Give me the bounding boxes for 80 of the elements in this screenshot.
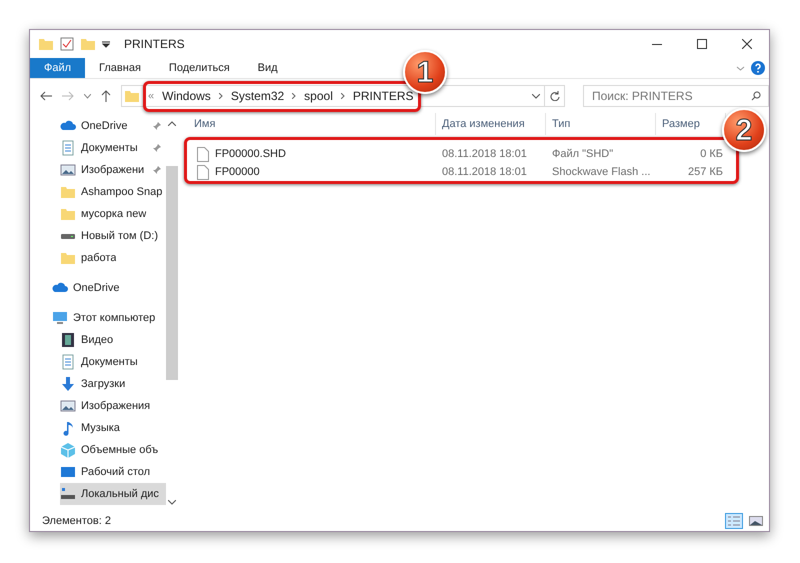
chevron-up-icon [168, 121, 176, 126]
address-bar[interactable]: « Windows System32 spool PRINTERS [121, 85, 545, 107]
breadcrumb-segment[interactable]: System32 [230, 87, 284, 105]
table-cell-text: 08.11.2018 18:01 [441, 164, 528, 180]
nav-item[interactable]: Видео [60, 329, 166, 351]
file-icon [197, 164, 209, 180]
help-icon [751, 61, 765, 75]
nav-item[interactable]: Музыка [60, 417, 166, 439]
document-icon [60, 354, 76, 370]
overflow-chevron[interactable]: « [148, 88, 154, 104]
nav-item[interactable]: мусорка new [60, 203, 166, 225]
nav-item[interactable]: работа [60, 247, 166, 269]
download-arrow-icon [60, 376, 76, 392]
folder-icon [80, 36, 96, 52]
nav-item[interactable]: Этот компьютер [52, 307, 166, 329]
view-button[interactable] [747, 513, 765, 529]
search-icon [751, 91, 761, 101]
folder-icon [60, 250, 76, 266]
table-cell-text: 08.11.2018 18:01 [441, 146, 528, 162]
document-icon [60, 140, 76, 156]
ribbon-tab[interactable]: Главная [85, 58, 155, 78]
chevron-right-icon [292, 93, 296, 99]
folder-icon [38, 36, 54, 52]
image-icon [60, 398, 76, 414]
nav-item[interactable]: OneDrive [52, 277, 166, 299]
film-icon [60, 332, 76, 348]
desktop-icon [60, 464, 76, 480]
maximize-icon [696, 39, 706, 49]
forward-arrow-icon [62, 91, 74, 101]
breadcrumb-segment[interactable]: Windows [162, 87, 211, 105]
column-header[interactable]: Дата изменения [436, 113, 546, 135]
folder-icon [60, 206, 76, 222]
cube-icon [60, 442, 76, 458]
nav-item[interactable]: OneDrive [60, 115, 166, 137]
file-icon [197, 146, 209, 162]
folder-icon [60, 184, 76, 200]
chevron-down-icon [736, 64, 745, 73]
refresh-button[interactable] [545, 85, 565, 107]
nav-item[interactable]: Загрузки [60, 373, 166, 395]
large-icons-view-icon [749, 516, 763, 526]
column-header[interactable]: Тип [546, 113, 656, 135]
checklist-icon [60, 37, 74, 51]
monitor-icon [52, 310, 68, 326]
column-header[interactable]: Имя [191, 113, 436, 135]
up-arrow-icon [101, 90, 111, 102]
table-cell-text: 0 КБ [699, 146, 723, 162]
disk-icon [60, 486, 76, 502]
chevron-right-icon [340, 93, 345, 99]
chevron-right-icon [218, 93, 223, 99]
chevron-down-icon [84, 94, 91, 98]
ribbon-tab[interactable]: Вид [244, 58, 292, 78]
ribbon-tab[interactable]: Поделиться [154, 58, 244, 78]
file-name[interactable]: FP00000 [215, 164, 260, 180]
table-cell-text: Файл "SHD" [551, 146, 614, 162]
nav-item[interactable]: Документы [60, 351, 166, 373]
status-text: Элементов: 2 [42, 514, 111, 529]
nav-item[interactable]: Ashampoo Snap [60, 181, 166, 203]
nav-item[interactable]: Объемные объ [60, 439, 166, 461]
chevron-down-icon [168, 500, 176, 505]
chevron-down-icon [532, 94, 540, 98]
table-cell-text: Shockwave Flash ... [551, 164, 652, 180]
breadcrumb-segment[interactable]: spool [304, 87, 333, 105]
back-arrow-icon [40, 91, 52, 101]
nav-item[interactable]: Изображени [60, 159, 166, 181]
details-view-icon [728, 516, 740, 526]
refresh-icon [550, 91, 560, 101]
nav-item[interactable]: Новый том (D:) [60, 225, 166, 247]
ribbon-tab[interactable]: Файл [30, 58, 86, 78]
folder-icon [124, 88, 140, 104]
close-icon [742, 39, 752, 49]
dropdown-icon [102, 40, 110, 48]
window-title: PRINTERS [124, 36, 185, 53]
table-cell-text: 257 КБ [686, 164, 723, 180]
nav-item[interactable]: Изображения [60, 395, 166, 417]
nav-item[interactable]: Локальный дис [60, 483, 166, 505]
nav-item[interactable]: Рабочий стол [60, 461, 166, 483]
search-field[interactable]: Поиск: PRINTERS [583, 85, 769, 107]
nav-item[interactable]: Документы [60, 137, 166, 159]
image-icon [60, 162, 76, 178]
file-name[interactable]: FP00000.SHD [215, 146, 286, 162]
